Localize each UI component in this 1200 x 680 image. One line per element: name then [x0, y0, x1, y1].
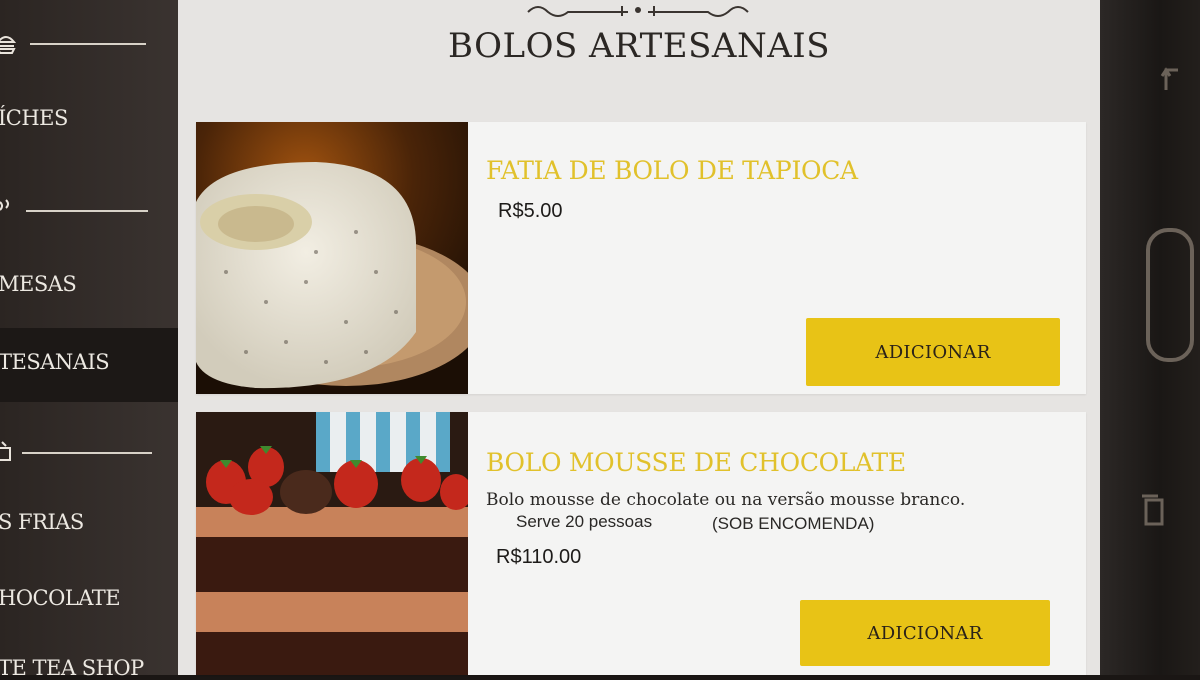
title-ornament	[527, 6, 749, 17]
product-card: FATIA DE BOLO DE TAPIOCA R$5.00 ADICIONA…	[196, 122, 1086, 394]
sidebar-item-sanduiches[interactable]: ÍCHES	[0, 106, 68, 130]
sidebar-item-chocolate[interactable]: HOCOLATE	[0, 586, 121, 610]
page-title: BOLOS ARTESANAIS	[448, 26, 830, 66]
add-to-cart-button[interactable]: ADICIONAR	[806, 318, 1060, 386]
sidebar-nav: ÍCHES MESAS TESANAIS S FRIAS HOCOLATE TE…	[0, 0, 178, 680]
product-note: (SOB ENCOMENDA)	[712, 514, 875, 533]
add-to-cart-button[interactable]: ADICIONAR	[800, 600, 1050, 666]
coffee-icon	[0, 199, 9, 211]
sidebar-item-tea-shop[interactable]: TE TEA SHOP	[0, 656, 144, 680]
main-content: BOLOS ARTESANAIS FATIA DE BOLO DE TAPIOC…	[178, 0, 1100, 675]
product-price: R$110.00	[496, 546, 582, 568]
product-image-tapioca-cake	[196, 122, 468, 394]
burger-icon	[0, 36, 16, 54]
product-image-chocolate-mousse-cake	[196, 412, 468, 675]
sidebar-divider	[26, 210, 148, 212]
device-bezel	[1100, 0, 1200, 675]
product-name: BOLO MOUSSE DE CHOCOLATE	[486, 448, 906, 477]
product-description: Bolo mousse de chocolate ou na versão mo…	[486, 490, 966, 510]
product-serves: Serve 20 pessoas	[516, 512, 653, 531]
recent-apps-icon[interactable]	[1140, 492, 1170, 532]
sidebar-item-bebidas-frias[interactable]: S FRIAS	[0, 510, 84, 534]
home-button[interactable]	[1138, 220, 1200, 370]
sidebar-divider	[30, 43, 146, 45]
cup-icon	[0, 441, 11, 461]
sidebar-item-bolos-artesanais[interactable]: TESANAIS	[0, 350, 110, 374]
product-price: R$5.00	[498, 200, 563, 222]
back-icon[interactable]	[1158, 60, 1188, 100]
sidebar-divider	[22, 452, 152, 454]
sidebar-item-sobremesas[interactable]: MESAS	[0, 272, 77, 296]
product-card: BOLO MOUSSE DE CHOCOLATE Bolo mousse de …	[196, 412, 1086, 675]
product-name: FATIA DE BOLO DE TAPIOCA	[486, 156, 858, 185]
